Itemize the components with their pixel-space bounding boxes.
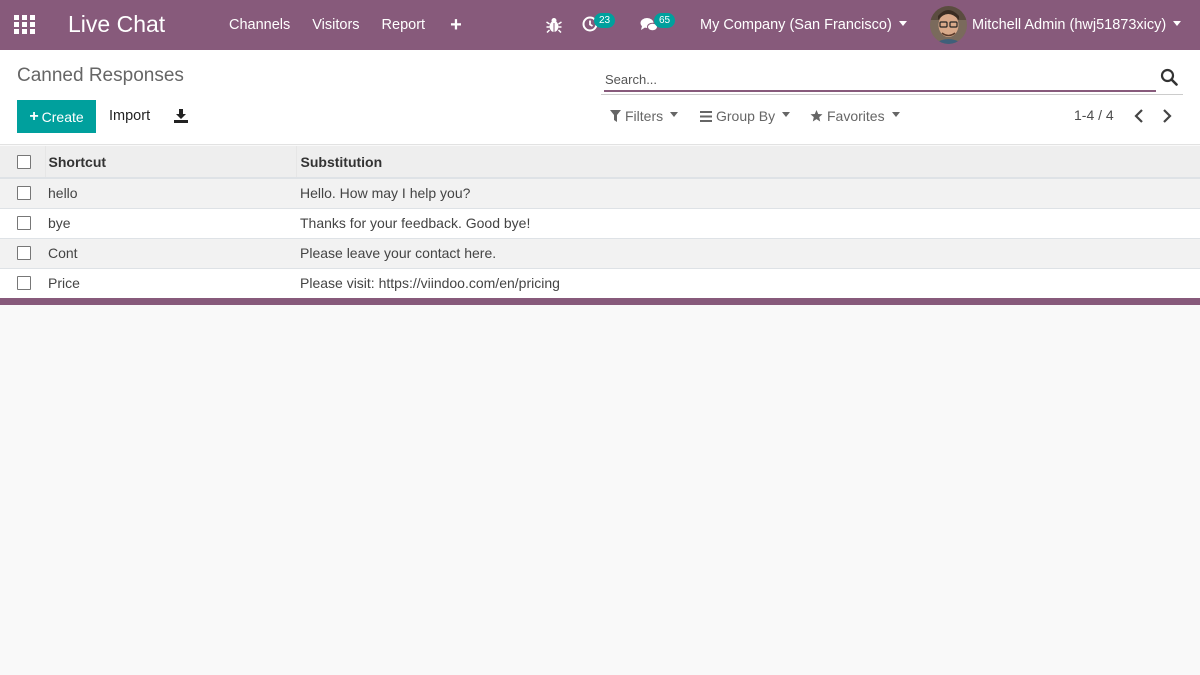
company-switcher[interactable]: My Company (San Francisco) bbox=[700, 0, 907, 50]
star-icon bbox=[810, 110, 823, 122]
debug-bug-icon[interactable] bbox=[546, 16, 562, 34]
favorites-dropdown[interactable]: Favorites bbox=[810, 106, 900, 126]
filter-icon bbox=[610, 110, 621, 122]
row-checkbox[interactable] bbox=[17, 186, 31, 201]
row-select-cell bbox=[0, 178, 45, 208]
search-bar bbox=[601, 65, 1183, 95]
messages-count-badge: 65 bbox=[654, 13, 676, 28]
substitution-cell[interactable]: Hello. How may I help you? bbox=[296, 178, 1200, 208]
import-button[interactable]: Import bbox=[99, 100, 160, 133]
group-by-label: Group By bbox=[716, 108, 776, 124]
shortcut-cell[interactable]: Price bbox=[45, 268, 296, 298]
table-row[interactable]: hello Hello. How may I help you? bbox=[0, 178, 1200, 208]
caret-down-icon bbox=[891, 111, 900, 117]
menu-item-channels[interactable]: Channels bbox=[218, 0, 301, 50]
chevron-left-icon[interactable] bbox=[1133, 108, 1145, 124]
substitution-cell[interactable]: Please visit: https://viindoo.com/en/pri… bbox=[296, 268, 1200, 298]
list-footer-bar bbox=[0, 298, 1200, 305]
select-all-checkbox[interactable] bbox=[17, 154, 31, 169]
filters-label: Filters bbox=[625, 108, 664, 124]
menu-item-report[interactable]: Report bbox=[371, 0, 437, 50]
activity-count-badge: 23 bbox=[594, 13, 616, 28]
plus-menu-button[interactable]: + bbox=[436, 0, 473, 50]
row-select-cell bbox=[0, 238, 45, 268]
shortcut-cell[interactable]: Cont bbox=[45, 238, 296, 268]
search-input[interactable] bbox=[605, 69, 1145, 89]
create-label: Create bbox=[41, 108, 84, 125]
favorites-label: Favorites bbox=[827, 108, 885, 124]
top-navbar: Live Chat Channels Visitors Report + 23 … bbox=[0, 0, 1200, 50]
group-by-dropdown[interactable]: Group By bbox=[700, 106, 791, 126]
create-button[interactable]: + Create bbox=[17, 100, 96, 133]
apps-grid-icon[interactable] bbox=[14, 15, 35, 35]
table-row[interactable]: Cont Please leave your contact here. bbox=[0, 238, 1200, 268]
row-select-cell bbox=[0, 268, 45, 298]
company-name: My Company (San Francisco) bbox=[700, 17, 892, 33]
row-checkbox[interactable] bbox=[17, 216, 31, 230]
column-header-shortcut[interactable]: Shortcut bbox=[44, 146, 296, 179]
row-checkbox[interactable] bbox=[17, 276, 31, 291]
row-checkbox[interactable] bbox=[17, 246, 31, 260]
plus-icon: + bbox=[29, 107, 39, 125]
list-bars-icon bbox=[700, 110, 712, 122]
caret-down-icon bbox=[1173, 20, 1182, 26]
filters-dropdown[interactable]: Filters bbox=[610, 106, 679, 126]
main-menu: Channels Visitors Report + bbox=[218, 0, 473, 50]
menu-item-visitors[interactable]: Visitors bbox=[301, 0, 370, 50]
shortcut-cell[interactable]: bye bbox=[45, 208, 296, 238]
table-header-row: Shortcut Substitution bbox=[0, 146, 1200, 179]
select-all-cell bbox=[0, 146, 45, 179]
caret-down-icon bbox=[898, 20, 907, 26]
search-icon[interactable] bbox=[1160, 68, 1178, 86]
user-menu[interactable]: Mitchell Admin (hwj51873xicy) bbox=[972, 0, 1182, 50]
row-select-cell bbox=[0, 208, 45, 238]
table-row[interactable]: Price Please visit: https://viindoo.com/… bbox=[0, 268, 1200, 298]
user-name: Mitchell Admin (hwj51873xicy) bbox=[972, 17, 1167, 33]
column-header-substitution[interactable]: Substitution bbox=[295, 146, 1200, 179]
messaging-menu[interactable]: 65 bbox=[639, 0, 679, 50]
app-title[interactable]: Live Chat bbox=[68, 10, 165, 38]
caret-down-icon bbox=[782, 111, 791, 117]
activity-menu[interactable]: 23 bbox=[580, 0, 620, 50]
canned-responses-table: Shortcut Substitution hello Hello. How m… bbox=[0, 146, 1200, 298]
pager-value[interactable]: 1-4 / 4 bbox=[1074, 107, 1114, 123]
download-icon[interactable] bbox=[174, 109, 188, 123]
substitution-cell[interactable]: Thanks for your feedback. Good bye! bbox=[296, 208, 1200, 238]
table-row[interactable]: bye Thanks for your feedback. Good bye! bbox=[0, 208, 1200, 238]
search-underline bbox=[604, 90, 1156, 92]
list-view: Shortcut Substitution hello Hello. How m… bbox=[0, 146, 1200, 305]
substitution-cell[interactable]: Please leave your contact here. bbox=[296, 238, 1200, 268]
caret-down-icon bbox=[670, 111, 679, 117]
user-avatar[interactable] bbox=[930, 6, 967, 44]
shortcut-cell[interactable]: hello bbox=[45, 178, 296, 208]
chevron-right-icon[interactable] bbox=[1161, 108, 1173, 124]
control-panel: Canned Responses +Create Import Filters … bbox=[0, 50, 1200, 145]
breadcrumb: Canned Responses bbox=[17, 65, 184, 86]
